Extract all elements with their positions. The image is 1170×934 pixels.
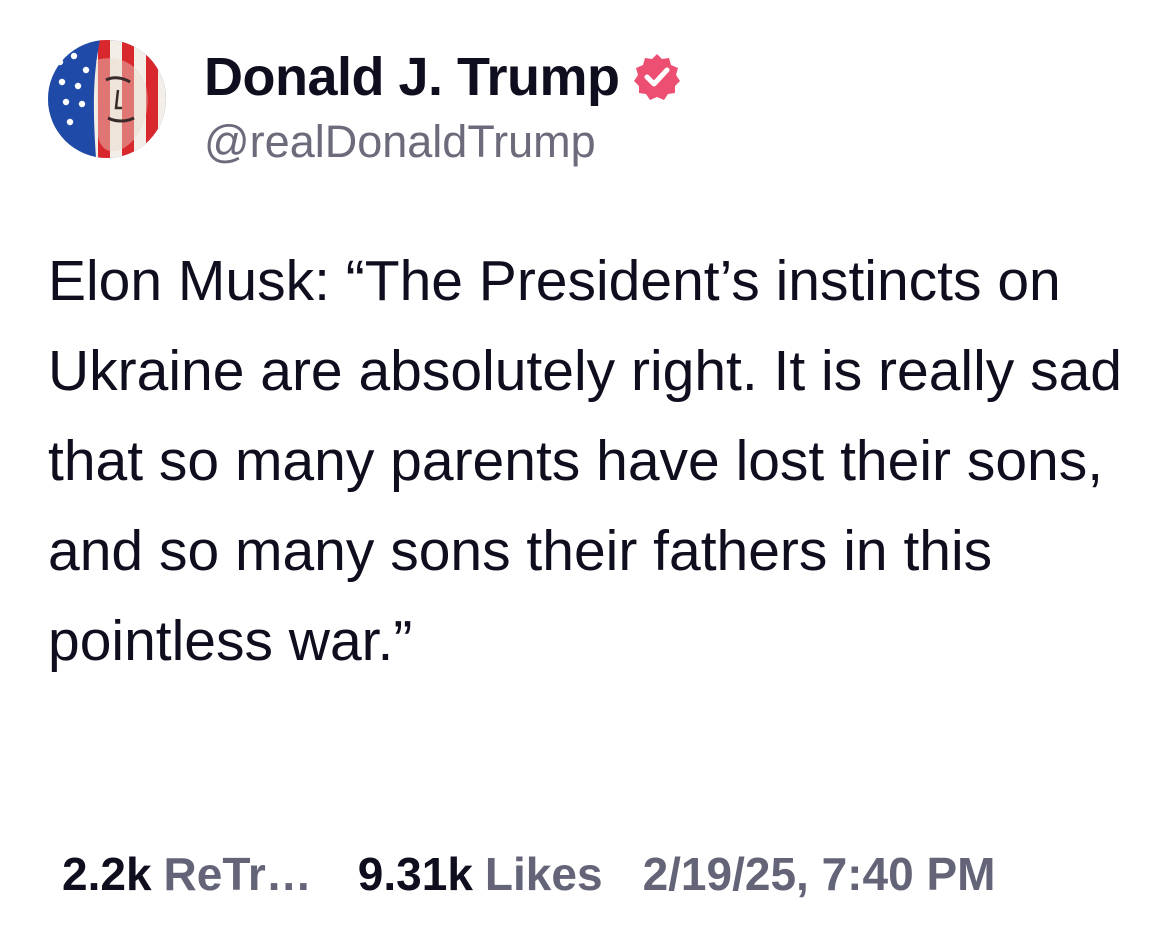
likes-label: Likes (484, 848, 603, 900)
author-name-row: Donald J. Trump (204, 42, 682, 112)
avatar[interactable] (48, 40, 166, 158)
truth-post: Donald J. Trump @realDonaldTrump Elon Mu… (0, 0, 1170, 934)
author-handle[interactable]: @realDonaldTrump (204, 116, 596, 168)
likes-count: 9.31k (357, 848, 473, 900)
retruths-count: 2.2k (62, 848, 152, 900)
post-timestamp: 2/19/25, 7:40 PM (642, 848, 996, 900)
retruths-label: ReTr… (163, 848, 312, 900)
author-display-name[interactable]: Donald J. Trump (204, 46, 620, 108)
post-body-text: Elon Musk: “The President’s instincts on… (48, 249, 1122, 673)
retruths-stat[interactable]: 2.2k ReTr… (62, 847, 312, 901)
post-stats-bar: 2.2k ReTr… 9.31k Likes 2/19/25, 7:40 PM (62, 842, 995, 906)
verified-badge-icon (632, 52, 682, 102)
flag-portrait-avatar (48, 40, 166, 158)
likes-stat[interactable]: 9.31k Likes (358, 847, 603, 901)
